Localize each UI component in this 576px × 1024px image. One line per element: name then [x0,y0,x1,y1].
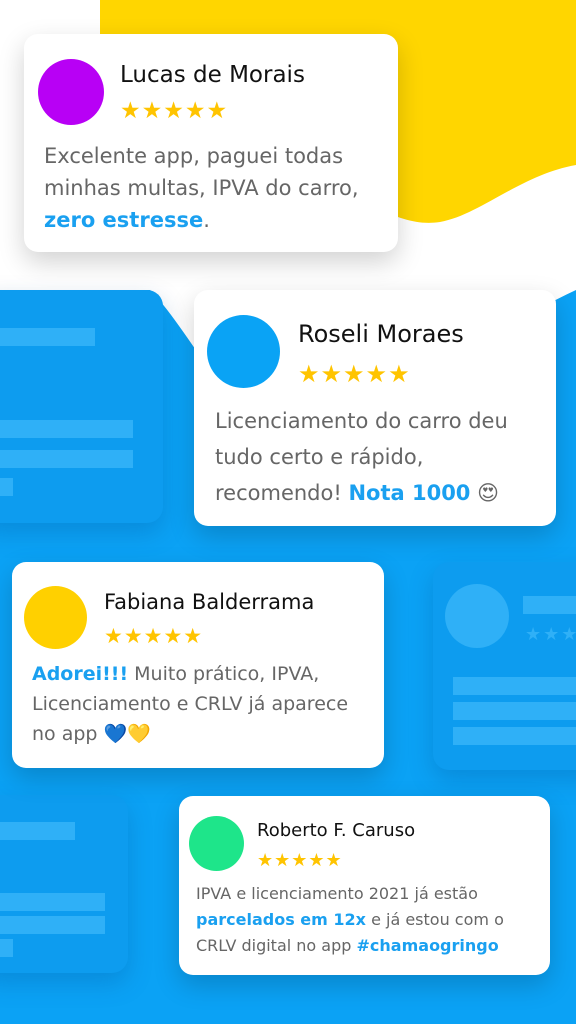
avatar [207,315,280,388]
hashtag-highlight: #chamaogringo [356,936,499,955]
review-card-fabiana: Fabiana Balderrama ★★★★★ Adorei!!! Muito… [12,562,384,768]
review-text: Excelente app, paguei todas minhas multa… [44,140,394,236]
reviewer-name: Roberto F. Caruso [257,820,416,841]
placeholder-bar [0,478,13,496]
placeholder-bar [0,893,105,911]
avatar [24,586,87,649]
placeholder-bar [453,727,576,745]
placeholder-bar [0,939,13,957]
background-card-left-top [0,290,163,523]
reviewer-name: Lucas de Morais [120,62,305,88]
star-rating: ★★★★★ [104,624,204,648]
review-card-roseli: Roseli Moraes ★★★★★ Licenciamento do car… [194,290,556,526]
star-rating: ★★★★★ [120,98,229,124]
placeholder-stars: ★★★ [525,624,576,645]
review-highlight: parcelados em 12x [196,910,366,929]
review-highlight: Nota 1000 [348,481,471,505]
placeholder-bar [453,702,576,720]
placeholder-bar [0,916,105,934]
star-rating: ★★★★★ [298,360,411,388]
avatar [189,816,244,871]
review-highlight: Adorei!!! [32,663,129,685]
placeholder-bar [453,677,576,695]
review-text: IPVA e licenciamento 2021 já estão parce… [196,881,546,959]
review-highlight: zero estresse [44,208,204,232]
reviewer-name: Fabiana Balderrama [104,590,315,614]
hearts-emoji-icon: 💙💛 [103,723,151,745]
star-rating: ★★★★★ [257,850,343,871]
review-text-part: Excelente app, paguei todas minhas multa… [44,144,359,200]
review-card-lucas: Lucas de Morais ★★★★★ Excelente app, pag… [24,34,398,252]
review-text-part: . [203,208,210,232]
placeholder-bar [0,450,133,468]
background-card-left-bottom [0,795,128,973]
placeholder-bar [0,420,133,438]
review-text: Adorei!!! Muito prático, IPVA, Licenciam… [32,659,372,749]
review-text: Licenciamento do carro deu tudo certo e … [215,403,545,511]
placeholder-avatar [445,584,509,648]
reviewer-name: Roseli Moraes [298,320,464,348]
heart-eyes-emoji-icon: 😍 [477,481,500,505]
placeholder-bar [0,328,95,346]
background-card-right: ★★★ [433,562,576,770]
placeholder-bar [523,596,576,614]
avatar [38,59,104,125]
review-text-part: IPVA e licenciamento 2021 já estão [196,884,478,903]
review-card-roberto: Roberto F. Caruso ★★★★★ IPVA e licenciam… [179,796,550,975]
placeholder-bar [0,822,75,840]
